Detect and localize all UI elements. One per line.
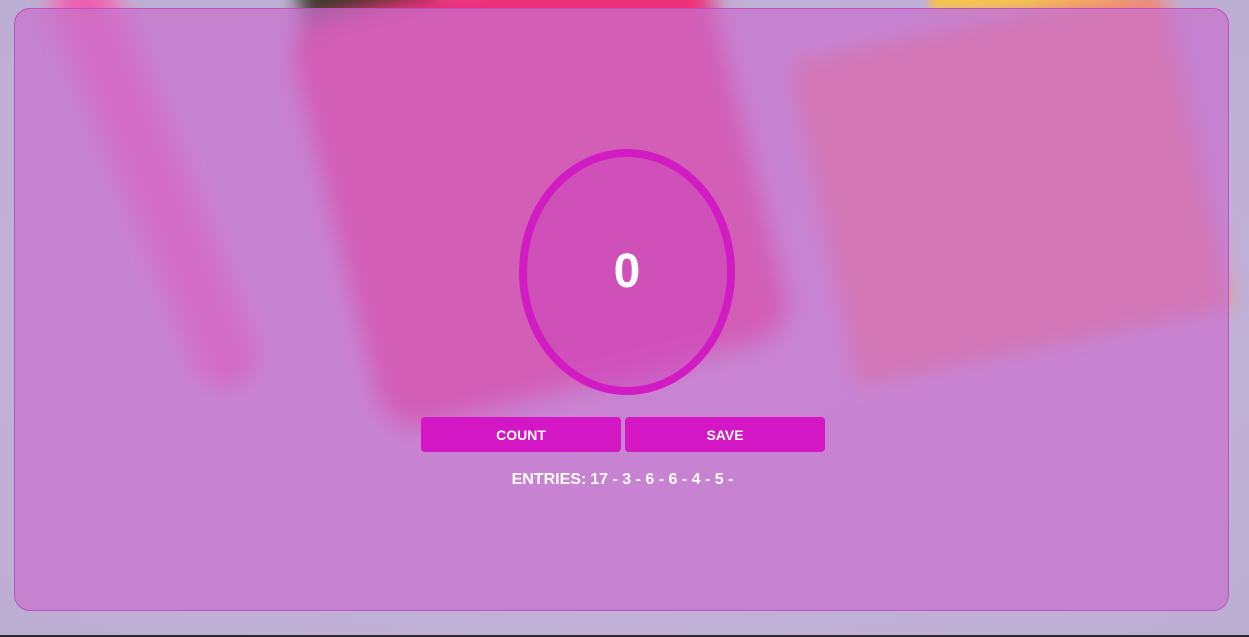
save-button[interactable]: SAVE [625, 417, 825, 452]
button-row: COUNT SAVE [421, 417, 825, 452]
counter-value: 0 [613, 245, 641, 298]
entries-label: ENTRIES: [511, 471, 587, 488]
counter-display: 0 [519, 149, 735, 395]
count-button[interactable]: COUNT [421, 417, 621, 452]
counter-panel: 0 COUNT SAVE ENTRIES: 17 - 3 - 6 - 6 - 4 … [14, 8, 1229, 611]
entries-text: ENTRIES: 17 - 3 - 6 - 6 - 4 - 5 - [15, 471, 1230, 489]
entries-values: 17 - 3 - 6 - 6 - 4 - 5 - [590, 471, 734, 488]
